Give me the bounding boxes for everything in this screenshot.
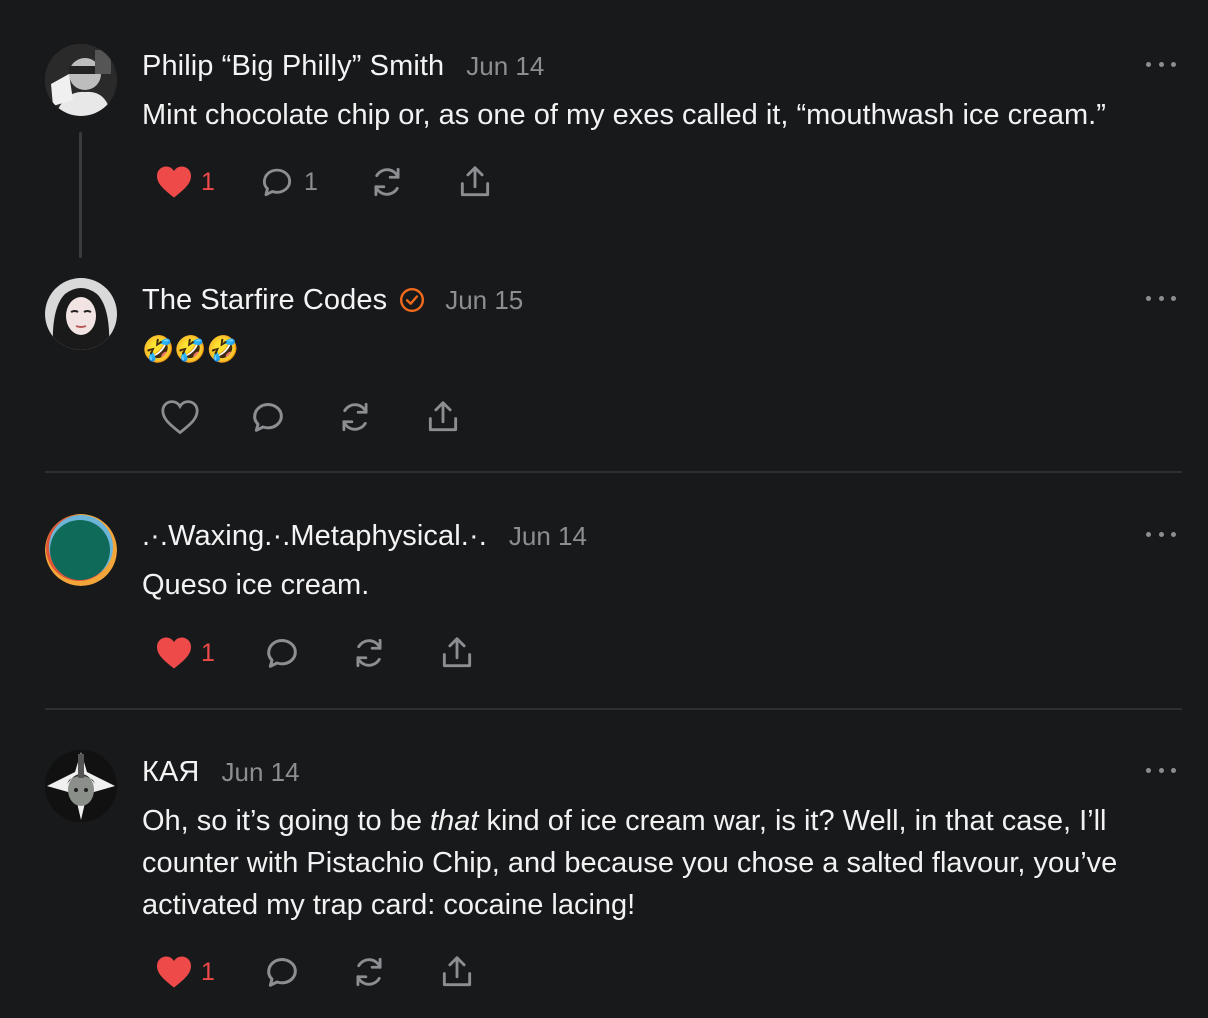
heart-icon (161, 400, 199, 435)
reply-button[interactable]: 1 (258, 160, 368, 204)
comment-bubble-icon (267, 958, 297, 987)
avatar[interactable] (45, 750, 117, 822)
more-dots-icon (1146, 295, 1151, 301)
comment-actions: 1 1 (155, 160, 516, 204)
like-count: 1 (201, 638, 215, 667)
share-button[interactable] (424, 395, 484, 439)
comment-bubble-icon (253, 403, 283, 432)
share-button[interactable] (438, 950, 498, 994)
comment-header: КАЯ Jun 14 (142, 752, 300, 792)
thread-connector-line (79, 132, 82, 258)
comment-text-part: Oh, so it’s going to be (142, 805, 431, 837)
author-name[interactable]: The Starfire Codes (142, 284, 387, 317)
restack-icon (356, 638, 382, 668)
restack-button[interactable] (350, 950, 438, 994)
restack-icon (374, 167, 400, 197)
reply-button[interactable] (262, 950, 350, 994)
comment-header: .·.Waxing.·.Metaphysical.·. Jun 14 (142, 516, 587, 556)
reply-button[interactable] (248, 395, 336, 439)
comment-text: Queso ice cream. (142, 569, 370, 601)
share-button[interactable] (456, 160, 516, 204)
divider (45, 471, 1182, 473)
heart-icon (157, 956, 191, 988)
restack-icon (342, 402, 368, 432)
comment-date[interactable]: Jun 14 (466, 51, 544, 82)
heart-icon (157, 166, 191, 198)
avatar[interactable] (45, 278, 117, 350)
share-icon (460, 166, 490, 197)
comment-text-emphasis: that (430, 805, 479, 837)
restack-icon (356, 957, 382, 987)
reply-count: 1 (304, 167, 318, 196)
avatar[interactable] (45, 514, 117, 586)
like-button[interactable] (160, 395, 248, 439)
comment-bubble-icon (267, 639, 297, 668)
more-options-button[interactable] (1146, 292, 1176, 304)
reply-button[interactable] (262, 631, 350, 675)
comment-actions: 1 (155, 631, 498, 675)
author-name[interactable]: Philip “Big Philly” Smith (142, 50, 444, 83)
share-button[interactable] (438, 631, 498, 675)
comment-text: Oh, so it’s going to be that kind of ice… (142, 800, 1194, 926)
restack-button[interactable] (350, 631, 438, 675)
share-icon (442, 637, 472, 668)
share-icon (428, 401, 458, 432)
share-icon (442, 956, 472, 987)
more-options-button[interactable] (1146, 528, 1176, 540)
comment-text: 🤣🤣🤣 (142, 334, 240, 364)
more-options-button[interactable] (1146, 58, 1176, 70)
comment-header: Philip “Big Philly” Smith Jun 14 (142, 46, 544, 86)
verified-badge-icon (400, 287, 425, 313)
divider (45, 708, 1182, 710)
comment-date[interactable]: Jun 15 (445, 285, 523, 316)
comment-text: Mint chocolate chip or, as one of my exe… (142, 99, 1106, 131)
comment-header: The Starfire Codes Jun 15 (142, 280, 523, 320)
like-count: 1 (201, 167, 215, 196)
comment-date[interactable]: Jun 14 (221, 757, 299, 788)
more-options-button[interactable] (1146, 764, 1176, 776)
like-button[interactable]: 1 (155, 631, 262, 675)
author-name[interactable]: .·.Waxing.·.Metaphysical.·. (142, 520, 487, 553)
more-dots-icon (1146, 767, 1151, 773)
comment-actions (160, 395, 484, 439)
restack-button[interactable] (368, 160, 456, 204)
avatar[interactable] (45, 44, 117, 116)
comment-actions: 1 (155, 950, 498, 994)
author-name[interactable]: КАЯ (142, 756, 199, 789)
like-button[interactable]: 1 (155, 950, 262, 994)
comment-date[interactable]: Jun 14 (509, 521, 587, 552)
heart-icon (157, 637, 191, 669)
like-button[interactable]: 1 (155, 160, 258, 204)
restack-button[interactable] (336, 395, 424, 439)
more-dots-icon (1146, 531, 1151, 537)
like-count: 1 (201, 957, 215, 986)
comment-bubble-icon (262, 168, 292, 197)
more-dots-icon (1146, 61, 1151, 67)
